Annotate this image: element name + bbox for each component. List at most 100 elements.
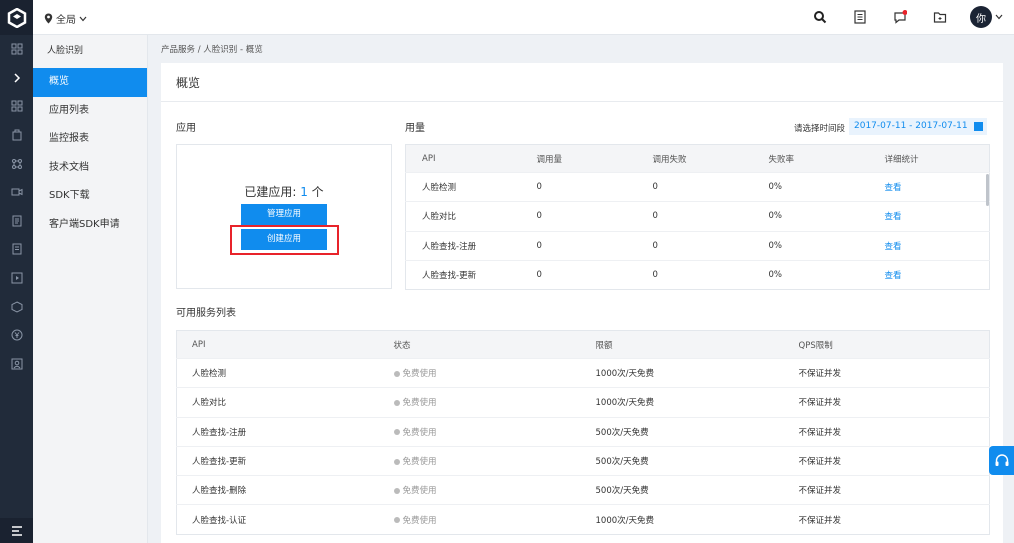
currency-icon[interactable] xyxy=(0,321,33,350)
chevron-down-icon xyxy=(79,16,87,21)
usage-api: 人脸查找-注册 xyxy=(405,230,521,261)
folder-icon[interactable] xyxy=(933,10,947,24)
page-title: 概览 xyxy=(176,76,201,90)
service-status-text: 免费使用 xyxy=(402,427,437,438)
dashboard-icon[interactable] xyxy=(0,35,33,64)
region-selector[interactable]: 全局 xyxy=(44,11,87,26)
column-header: 调用量 xyxy=(520,144,637,173)
column-header: 状态 xyxy=(378,330,581,359)
network-icon[interactable] xyxy=(0,149,33,178)
document-icon[interactable] xyxy=(0,207,33,236)
column-header: 详细统计 xyxy=(868,144,990,173)
usage-section-title: 用量 xyxy=(405,123,425,134)
support-tab[interactable] xyxy=(989,446,1014,475)
app-section-title: 应用 xyxy=(176,123,196,134)
usage-failures: 0 xyxy=(636,201,753,232)
status-dot-icon xyxy=(393,487,400,494)
date-range-label: 请选择时间段 xyxy=(794,124,846,134)
top-bar: 全局 你 xyxy=(33,0,1014,35)
camera-icon[interactable] xyxy=(0,178,33,207)
table-row: 人脸查找-更新 0 0 0% 查看 xyxy=(405,259,990,290)
table-header-row: API 调用量 调用失败 失败率 详细统计 xyxy=(405,144,990,173)
building-icon[interactable] xyxy=(0,121,33,150)
sidebar-item-sdk-download[interactable]: SDK下载 xyxy=(33,182,147,211)
service-quota: 500次/天免费 xyxy=(580,475,784,505)
user-menu[interactable]: 你 xyxy=(970,6,1003,28)
usage-calls: 0 xyxy=(520,171,637,202)
table-row: 人脸查找-注册 免费使用 500次/天免费 不保证并发 xyxy=(176,416,990,447)
cube-icon[interactable] xyxy=(0,292,33,321)
services-table: API 状态 限额 QPS限制 人脸检测 免费使用 1000次/天免费 不保证并… xyxy=(176,330,990,535)
column-header: 限额 xyxy=(580,330,784,359)
calendar-icon xyxy=(974,122,983,131)
usage-failure-rate: 0% xyxy=(752,201,869,232)
service-status: 免费使用 xyxy=(378,387,581,418)
service-status: 免费使用 xyxy=(378,475,581,505)
list-icon[interactable] xyxy=(0,235,33,264)
divider xyxy=(161,101,1003,102)
usage-failures: 0 xyxy=(636,230,753,261)
status-dot-icon xyxy=(393,517,400,524)
usage-failure-rate: 0% xyxy=(752,230,869,261)
sidebar-title: 人脸识别 xyxy=(47,46,84,56)
sidebar-item-overview[interactable]: 概览 xyxy=(33,68,147,97)
table-row: 人脸对比 0 0 0% 查看 xyxy=(405,201,990,232)
service-status-text: 免费使用 xyxy=(402,398,437,409)
notes-icon[interactable] xyxy=(853,10,867,24)
main-panel: 概览 应用 用量 已建应用: 1 个 管理应用 创建应用 请选择时间段 2017… xyxy=(161,63,1003,543)
menu-icon[interactable] xyxy=(0,518,33,543)
headset-icon xyxy=(995,453,1008,466)
sidebar-item-docs[interactable]: 技术文档 xyxy=(33,154,147,183)
status-dot-icon xyxy=(393,399,400,406)
sidebar-item-app-list[interactable]: 应用列表 xyxy=(33,97,147,126)
service-api: 人脸查找-删除 xyxy=(176,475,379,505)
table-row: 人脸查找-删除 免费使用 500次/天免费 不保证并发 xyxy=(176,475,990,505)
service-status-text: 免费使用 xyxy=(402,515,437,526)
app-count-number: 1 xyxy=(300,185,308,199)
breadcrumb: 产品服务 / 人脸识别 - 概览 xyxy=(161,45,263,55)
service-api: 人脸对比 xyxy=(176,387,379,418)
location-pin-icon xyxy=(44,13,53,24)
play-icon[interactable] xyxy=(0,264,33,293)
avatar: 你 xyxy=(970,6,992,28)
column-header: API xyxy=(405,144,521,173)
table-row: 人脸查找-更新 免费使用 500次/天免费 不保证并发 xyxy=(176,445,990,476)
app-count: 已建应用: 1 个 xyxy=(177,183,391,200)
view-details-link[interactable]: 查看 xyxy=(868,201,990,232)
view-details-link[interactable]: 查看 xyxy=(868,171,990,202)
app-summary-card: 已建应用: 1 个 管理应用 创建应用 xyxy=(176,144,392,289)
sidebar-item-client-sdk[interactable]: 客户端SDK申请 xyxy=(33,211,147,240)
service-qps: 不保证并发 xyxy=(783,387,990,418)
service-api: 人脸查找-认证 xyxy=(176,504,379,535)
logo-icon[interactable] xyxy=(0,0,33,35)
service-status-text: 免费使用 xyxy=(402,369,437,380)
message-icon[interactable] xyxy=(893,10,908,24)
table-header-row: API 状态 限额 QPS限制 xyxy=(176,330,990,359)
service-status: 免费使用 xyxy=(378,357,581,388)
view-details-link[interactable]: 查看 xyxy=(868,230,990,261)
service-qps: 不保证并发 xyxy=(783,475,990,505)
usage-api: 人脸查找-更新 xyxy=(405,259,521,290)
service-qps: 不保证并发 xyxy=(783,357,990,388)
table-row: 人脸检测 免费使用 1000次/天免费 不保证并发 xyxy=(176,357,990,388)
service-quota: 1000次/天免费 xyxy=(580,504,784,535)
table-row: 人脸查找-注册 0 0 0% 查看 xyxy=(405,230,990,261)
search-icon[interactable] xyxy=(813,10,827,24)
service-quota: 1000次/天免费 xyxy=(580,387,784,418)
app-count-label: 已建应用: xyxy=(244,185,297,199)
table-row: 人脸查找-认证 免费使用 1000次/天免费 不保证并发 xyxy=(176,504,990,535)
expand-chevron-icon[interactable] xyxy=(0,64,33,93)
date-range-picker[interactable]: 2017-07-11 - 2017-07-11 xyxy=(849,118,987,135)
user-card-icon[interactable] xyxy=(0,350,33,379)
service-api: 人脸查找-更新 xyxy=(176,445,379,476)
usage-table: API 调用量 调用失败 失败率 详细统计 人脸检测 0 0 0% 查看 人脸对… xyxy=(405,144,990,291)
services-section-title: 可用服务列表 xyxy=(176,308,236,319)
service-qps: 不保证并发 xyxy=(783,416,990,447)
usage-scrollbar[interactable] xyxy=(986,174,989,206)
manage-app-button[interactable]: 管理应用 xyxy=(241,204,327,225)
view-details-link[interactable]: 查看 xyxy=(868,259,990,290)
sidebar-item-monitor[interactable]: 监控报表 xyxy=(33,125,147,154)
create-app-button[interactable]: 创建应用 xyxy=(241,229,327,250)
grid-icon[interactable] xyxy=(0,92,33,121)
status-dot-icon xyxy=(393,429,400,436)
